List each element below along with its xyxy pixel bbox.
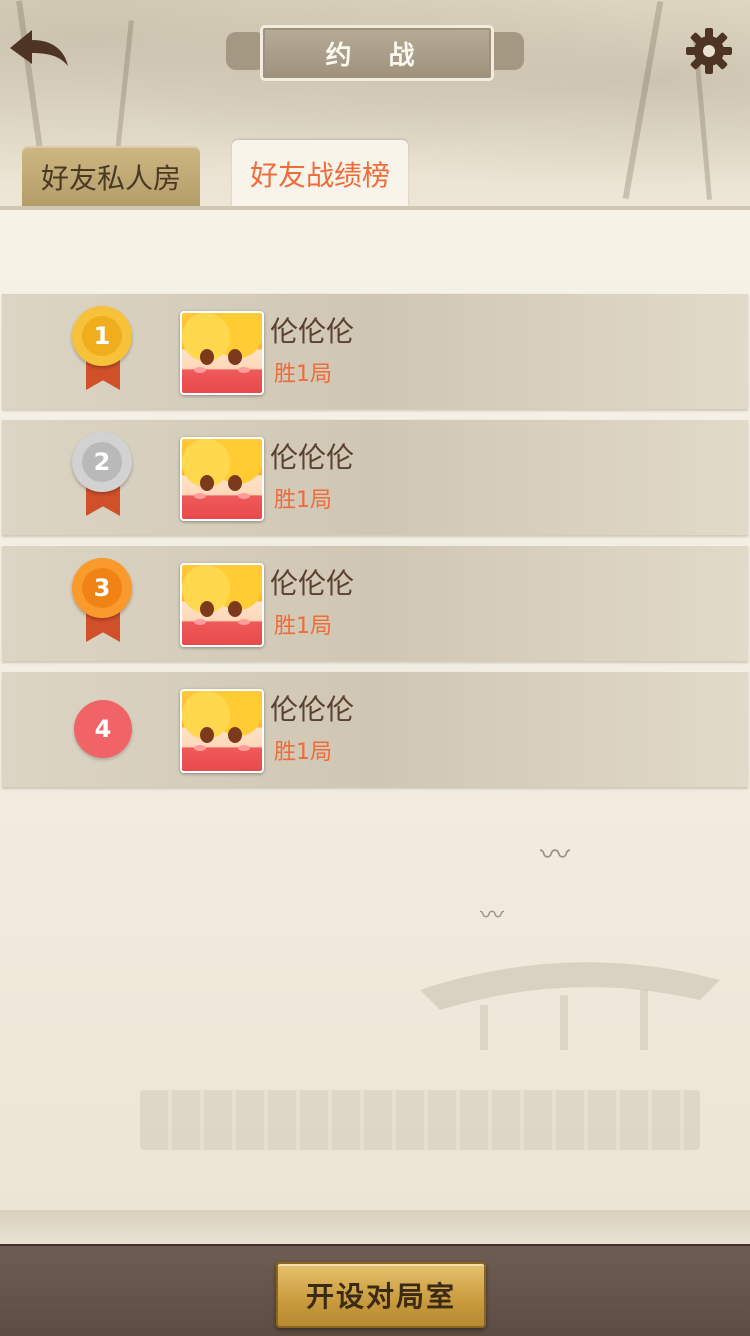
- tab-private-room[interactable]: 好友私人房: [22, 146, 200, 208]
- page-title: 约 战: [260, 25, 494, 81]
- leaderboard-row[interactable]: 2 伦伦伦 胜1局: [2, 419, 748, 535]
- tab-divider: [0, 206, 750, 210]
- title-plate: 约 战: [226, 18, 524, 84]
- avatar: [180, 563, 264, 647]
- leaderboard-row[interactable]: 1 伦伦伦 胜1局: [2, 293, 748, 409]
- create-room-button[interactable]: 开设对局室: [276, 1262, 486, 1328]
- win-count: 胜1局: [274, 614, 332, 639]
- rank-number: 1: [82, 316, 122, 356]
- silver-medal-icon: 2: [72, 432, 134, 522]
- avatar: [180, 311, 264, 395]
- footer-divider: [0, 1210, 750, 1244]
- rank-number: 3: [82, 568, 122, 608]
- win-count: 胜1局: [274, 362, 332, 387]
- gear-icon: [686, 28, 732, 74]
- crane-decoration: 〰: [540, 838, 570, 873]
- win-count: 胜1局: [274, 740, 332, 765]
- pavilion-decoration: [420, 962, 720, 1050]
- gold-medal-icon: 1: [72, 306, 134, 396]
- crane-decoration: 〰: [480, 901, 504, 929]
- rank-badge: 4: [74, 700, 132, 758]
- bronze-medal-icon: 3: [72, 558, 134, 648]
- player-name: 伦伦伦: [270, 315, 355, 348]
- tab-leaderboard[interactable]: 好友战绩榜: [232, 140, 408, 208]
- rank-number: 2: [82, 442, 122, 482]
- leaderboard-row[interactable]: 4 伦伦伦 胜1局: [2, 671, 748, 787]
- leaderboard-row[interactable]: 3 伦伦伦 胜1局: [2, 545, 748, 661]
- back-arrow-icon: [10, 30, 68, 66]
- player-name: 伦伦伦: [270, 567, 355, 600]
- player-name: 伦伦伦: [270, 441, 355, 474]
- avatar: [180, 689, 264, 773]
- win-count: 胜1局: [274, 488, 332, 513]
- avatar: [180, 437, 264, 521]
- settings-button[interactable]: [684, 26, 734, 76]
- player-name: 伦伦伦: [270, 693, 355, 726]
- wall-decoration: [140, 1090, 700, 1150]
- back-button[interactable]: [6, 26, 72, 76]
